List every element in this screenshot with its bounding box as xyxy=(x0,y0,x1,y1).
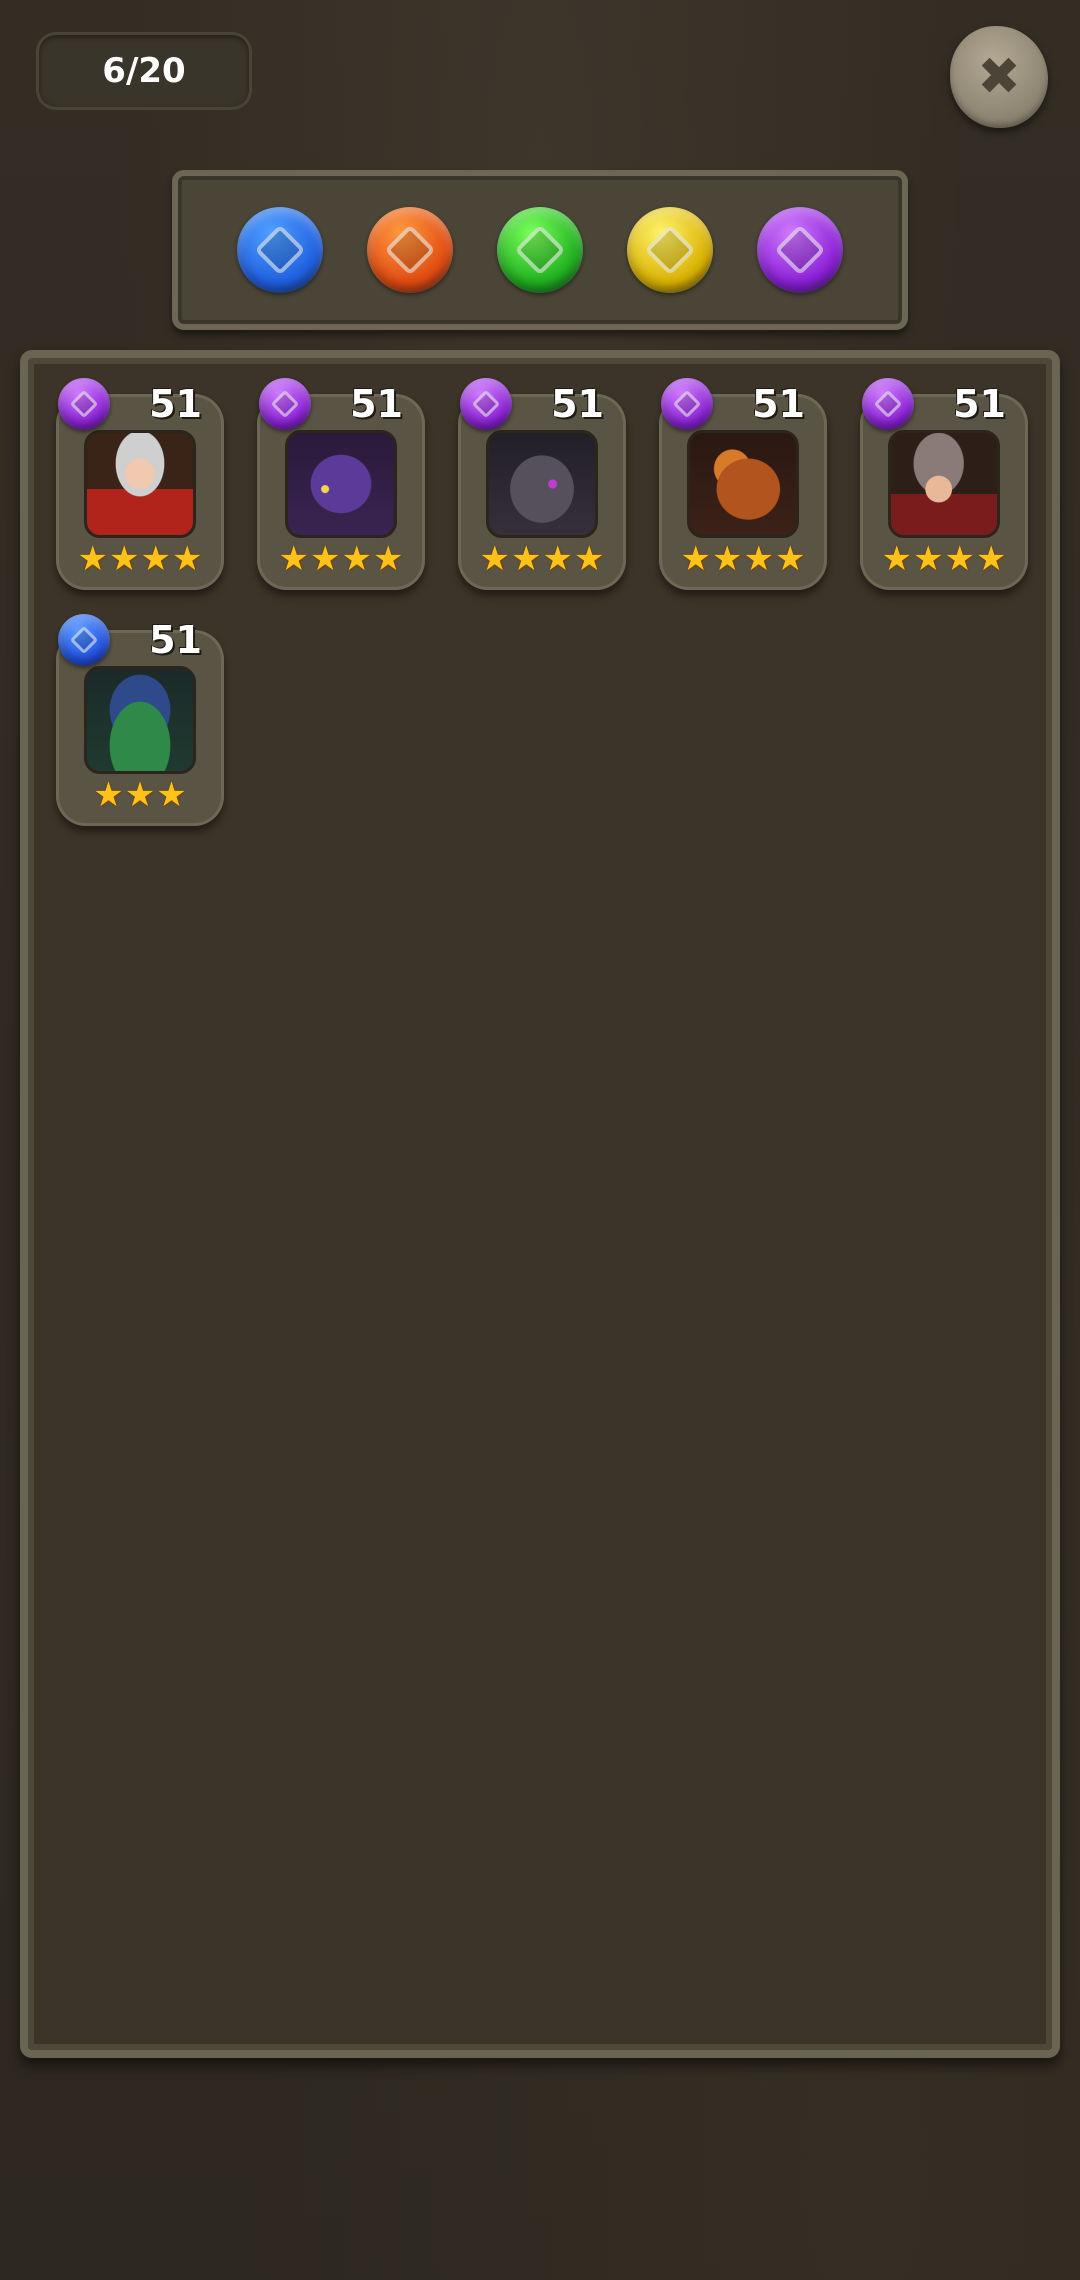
star-icon: ★ xyxy=(171,539,203,579)
star-icon: ★ xyxy=(881,539,913,579)
element-gem-icon xyxy=(69,625,99,655)
star-icon: ★ xyxy=(479,539,511,579)
hero-card[interactable]: 51 ★ ★ ★ ★ xyxy=(56,378,224,590)
star-icon: ★ xyxy=(77,539,109,579)
element-gem-icon xyxy=(873,389,903,419)
star-icon: ★ xyxy=(542,539,573,579)
star-icon: ★ xyxy=(743,539,774,579)
star-icon: ★ xyxy=(310,539,341,579)
element-gem-icon xyxy=(672,389,702,419)
star-icon: ★ xyxy=(341,539,372,579)
horned-woman-portrait xyxy=(84,430,196,538)
star-icon: ★ xyxy=(774,539,806,579)
star-icon: ★ xyxy=(680,539,712,579)
hero-count-text: 6/20 xyxy=(102,51,186,91)
hero-card[interactable]: 51 ★ ★ ★ ★ xyxy=(257,378,425,590)
hero-star-rating: ★ ★ ★ xyxy=(56,778,224,812)
hero-card[interactable]: 51 ★ ★ ★ ★ xyxy=(860,378,1028,590)
hero-star-rating: ★ ★ ★ ★ xyxy=(860,542,1028,576)
spiky-haired-warrior-portrait xyxy=(888,430,1000,538)
blue-element-filter-orb[interactable] xyxy=(237,207,323,293)
dark-element-icon xyxy=(661,378,713,430)
element-gem-icon xyxy=(471,389,501,419)
dark-element-icon xyxy=(862,378,914,430)
dark-bone-dragon-portrait xyxy=(486,430,598,538)
star-icon: ★ xyxy=(573,539,605,579)
star-icon: ★ xyxy=(124,775,156,815)
purple-dragon-portrait xyxy=(285,430,397,538)
fire-element-filter-orb[interactable] xyxy=(367,207,453,293)
close-button[interactable]: ✖ xyxy=(950,26,1048,128)
star-icon: ★ xyxy=(913,539,944,579)
hero-card[interactable]: 51 ★ ★ ★ ★ xyxy=(659,378,827,590)
hero-star-rating: ★ ★ ★ ★ xyxy=(458,542,626,576)
hero-level: 51 xyxy=(551,382,604,426)
star-icon: ★ xyxy=(278,539,310,579)
element-gem-icon xyxy=(69,389,99,419)
star-icon: ★ xyxy=(511,539,542,579)
dark-element-icon xyxy=(460,378,512,430)
star-icon: ★ xyxy=(156,775,187,815)
hero-level: 51 xyxy=(149,382,202,426)
element-filter-bar xyxy=(172,170,908,330)
hero-level: 51 xyxy=(350,382,403,426)
hero-count-badge: 6/20 xyxy=(36,32,252,110)
dark-element-filter-orb[interactable] xyxy=(757,207,843,293)
star-icon: ★ xyxy=(975,539,1007,579)
dark-element-icon xyxy=(58,378,110,430)
element-gem-icon xyxy=(254,224,306,276)
star-icon: ★ xyxy=(93,775,124,815)
element-gem-icon xyxy=(270,389,300,419)
star-icon: ★ xyxy=(109,539,140,579)
hero-card[interactable]: 51 ★ ★ ★ ★ xyxy=(458,378,626,590)
element-gem-icon xyxy=(644,224,696,276)
star-icon: ★ xyxy=(944,539,975,579)
star-icon: ★ xyxy=(712,539,743,579)
element-gem-icon xyxy=(774,224,826,276)
blue-element-icon xyxy=(58,614,110,666)
hero-level: 51 xyxy=(149,618,202,662)
hero-star-rating: ★ ★ ★ ★ xyxy=(56,542,224,576)
hero-star-rating: ★ ★ ★ ★ xyxy=(659,542,827,576)
hero-star-rating: ★ ★ ★ ★ xyxy=(257,542,425,576)
wood-element-filter-orb[interactable] xyxy=(497,207,583,293)
green-slime-monster-portrait xyxy=(84,666,196,774)
element-gem-icon xyxy=(514,224,566,276)
hero-card[interactable]: 51 ★ ★ ★ xyxy=(56,614,224,826)
close-icon: ✖ xyxy=(977,47,1021,107)
red-dragon-portrait xyxy=(687,430,799,538)
element-gem-icon xyxy=(384,224,436,276)
dark-element-icon xyxy=(259,378,311,430)
star-icon: ★ xyxy=(140,539,171,579)
hero-level: 51 xyxy=(953,382,1006,426)
hero-grid-panel: 51 ★ ★ ★ ★ 51 ★ ★ ★ ★ 51 ★ ★ ★ ★ 51 ★ ★ ★ ★ 51 ★ ★ ★ ★ 51 ★ ★ ★ xyxy=(20,350,1060,2058)
hero-level: 51 xyxy=(752,382,805,426)
star-icon: ★ xyxy=(372,539,404,579)
light-element-filter-orb[interactable] xyxy=(627,207,713,293)
